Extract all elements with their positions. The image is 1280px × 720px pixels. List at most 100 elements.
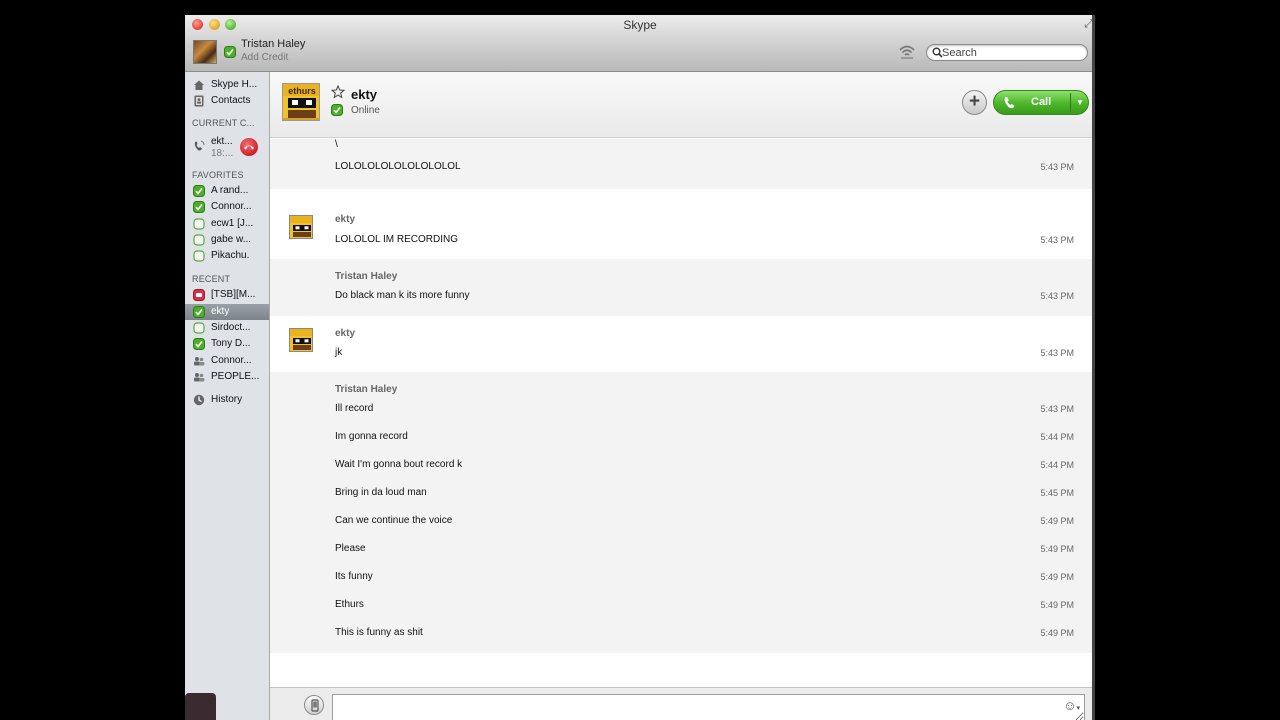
contact-avatar[interactable]: ethurs bbox=[282, 83, 320, 121]
title-bar: Skype ⤢ Tristan Haley Add Credit bbox=[185, 15, 1095, 72]
offline-status-icon bbox=[193, 218, 205, 230]
message-text: Im gonna record bbox=[335, 431, 408, 442]
message-text: Its funny bbox=[335, 571, 373, 582]
sidebar-item-label: gabe w... bbox=[211, 234, 252, 245]
sidebar-item-label: Connor... bbox=[211, 355, 252, 366]
sidebar-contact-item[interactable]: Sirdoct... bbox=[185, 320, 269, 336]
message-timestamp: 5:45 PM bbox=[1040, 488, 1074, 498]
message-group: Tristan Haley Do black man k its more fun… bbox=[270, 259, 1092, 316]
hang-up-button[interactable] bbox=[240, 138, 258, 156]
sidebar-contact-item[interactable]: gabe w... bbox=[185, 232, 269, 248]
message-input[interactable] bbox=[332, 694, 1085, 720]
history-icon bbox=[193, 394, 205, 406]
online-status-icon bbox=[331, 104, 343, 116]
message-group: ekty LOLOLOL IM RECORDING 5:43 PM bbox=[270, 203, 1092, 259]
message-timestamp: 5:49 PM bbox=[1040, 600, 1074, 610]
message-sender: ekty bbox=[335, 328, 356, 339]
composer-bar: ☺▾ bbox=[270, 687, 1092, 720]
sidebar-contact-item[interactable]: ecw1 [J... bbox=[185, 216, 269, 232]
call-button[interactable]: Call ▼ bbox=[993, 90, 1089, 115]
sidebar-item-history[interactable]: History bbox=[185, 392, 269, 408]
sidebar-item-current-call[interactable]: ekt... 18:... bbox=[185, 134, 269, 160]
sender-avatar-image bbox=[290, 216, 312, 238]
call-options-dropdown[interactable]: ▼ bbox=[1073, 94, 1087, 112]
window-title: Skype bbox=[623, 18, 657, 32]
message-timestamp: 5:43 PM bbox=[1040, 404, 1074, 414]
smiley-icon: ☺ bbox=[1063, 698, 1077, 713]
sidebar-contact-item[interactable]: Connor... bbox=[185, 199, 269, 215]
message-group: ekty jk 5:43 PM bbox=[270, 316, 1092, 372]
sidebar-item-label: A rand... bbox=[211, 185, 249, 196]
contact-name: ekty bbox=[351, 87, 378, 102]
sender-avatar[interactable] bbox=[289, 328, 313, 352]
sidebar-contact-item[interactable]: [TSB][M... bbox=[185, 287, 269, 303]
call-button-divider bbox=[1070, 93, 1071, 112]
message-text: Can we continue the voice bbox=[335, 515, 453, 526]
message-timestamp: 5:43 PM bbox=[1040, 348, 1074, 358]
sidebar-item-label: Connor... bbox=[211, 201, 252, 212]
sms-button[interactable] bbox=[304, 695, 324, 715]
message-timestamp: 5:44 PM bbox=[1040, 432, 1074, 442]
current-call-header: CURRENT C... bbox=[192, 118, 255, 128]
online-status-icon[interactable] bbox=[224, 46, 236, 58]
message-text: Wait I'm gonna bout record k bbox=[335, 459, 463, 470]
sidebar-item-label: History bbox=[211, 394, 243, 405]
current-call-name: ekt... bbox=[211, 136, 233, 147]
group-chat-icon bbox=[194, 373, 205, 382]
online-status-icon bbox=[193, 185, 205, 197]
profile-name[interactable]: Tristan Haley bbox=[241, 38, 305, 50]
sidebar-item-label: Sirdoct... bbox=[211, 322, 251, 333]
message-text: Ethurs bbox=[335, 599, 364, 610]
message-timestamp: 5:44 PM bbox=[1040, 460, 1074, 470]
message-timestamp: 5:49 PM bbox=[1040, 572, 1074, 582]
sidebar-contact-item[interactable]: Pikachu. bbox=[185, 248, 269, 264]
online-status-icon bbox=[193, 306, 205, 318]
dock-corner bbox=[185, 693, 216, 720]
skype-window: Skype ⤢ Tristan Haley Add Credit Search … bbox=[185, 15, 1095, 720]
hang-up-icon bbox=[244, 145, 254, 150]
sidebar-contact-item[interactable]: Connor... bbox=[185, 353, 269, 369]
offline-status-icon bbox=[193, 250, 205, 262]
message-text: Ill record bbox=[335, 403, 374, 414]
call-button-label: Call bbox=[1031, 96, 1052, 108]
sidebar-item-label: Skype H... bbox=[211, 79, 258, 90]
message-group: \ LOLOLOLOLOLOLOLOLOL 5:43 PM bbox=[270, 139, 1092, 189]
svg-text:ethurs: ethurs bbox=[288, 86, 316, 96]
favorite-star-icon[interactable] bbox=[331, 85, 345, 99]
sidebar-item-label: Contacts bbox=[211, 95, 251, 106]
window-edge bbox=[1092, 15, 1095, 720]
search-input[interactable] bbox=[942, 46, 1082, 60]
message-text: This is funny as shit bbox=[335, 627, 423, 638]
connection-icon[interactable] bbox=[898, 43, 916, 61]
message-timestamp: 5:49 PM bbox=[1040, 628, 1074, 638]
sidebar-item-contacts[interactable]: Contacts bbox=[185, 93, 269, 109]
sidebar-contact-item[interactable]: Tony D... bbox=[185, 336, 269, 352]
sidebar-item-label: PEOPLE... bbox=[211, 371, 260, 382]
home-icon bbox=[194, 80, 204, 90]
sidebar-contact-item[interactable]: ekty bbox=[185, 304, 269, 320]
offline-status-icon bbox=[193, 234, 205, 246]
contact-status: Online bbox=[351, 105, 380, 116]
conversation-header: ethurs ekty Online + Call ▼ bbox=[270, 72, 1095, 138]
message-sender: Tristan Haley bbox=[335, 384, 398, 395]
message-sender: ekty bbox=[335, 214, 356, 225]
online-status-icon bbox=[193, 201, 205, 213]
sidebar-contact-item[interactable]: A rand... bbox=[185, 183, 269, 199]
add-credit-link[interactable]: Add Credit bbox=[241, 52, 288, 63]
offline-status-icon bbox=[193, 322, 205, 334]
search-box[interactable] bbox=[926, 44, 1088, 61]
add-participant-button[interactable]: + bbox=[962, 90, 987, 115]
message-timestamp: 5:43 PM bbox=[1040, 162, 1074, 172]
contact-avatar-image: ethurs bbox=[283, 84, 319, 120]
active-call-icon bbox=[194, 140, 205, 151]
message-text: \ bbox=[335, 139, 338, 150]
sidebar-contact-item[interactable]: PEOPLE... bbox=[185, 369, 269, 385]
message-timestamp: 5:49 PM bbox=[1040, 544, 1074, 554]
message-sender: Tristan Haley bbox=[335, 271, 398, 282]
sender-avatar[interactable] bbox=[289, 215, 313, 239]
sidebar-item-label: Tony D... bbox=[211, 338, 251, 349]
sidebar-item-skype-home[interactable]: Skype H... bbox=[185, 77, 269, 93]
message-list[interactable]: ⇵ \LOLOLOLOLOLOLOLOLOL5:43 PMektyLOLOLOL… bbox=[270, 139, 1092, 695]
emoticon-button[interactable]: ☺▾ bbox=[1063, 698, 1080, 713]
profile-avatar[interactable] bbox=[193, 40, 217, 64]
